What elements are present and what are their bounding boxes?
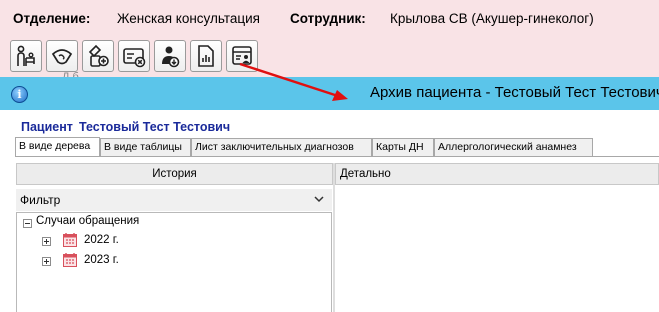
annotation-arrow [239,62,348,101]
